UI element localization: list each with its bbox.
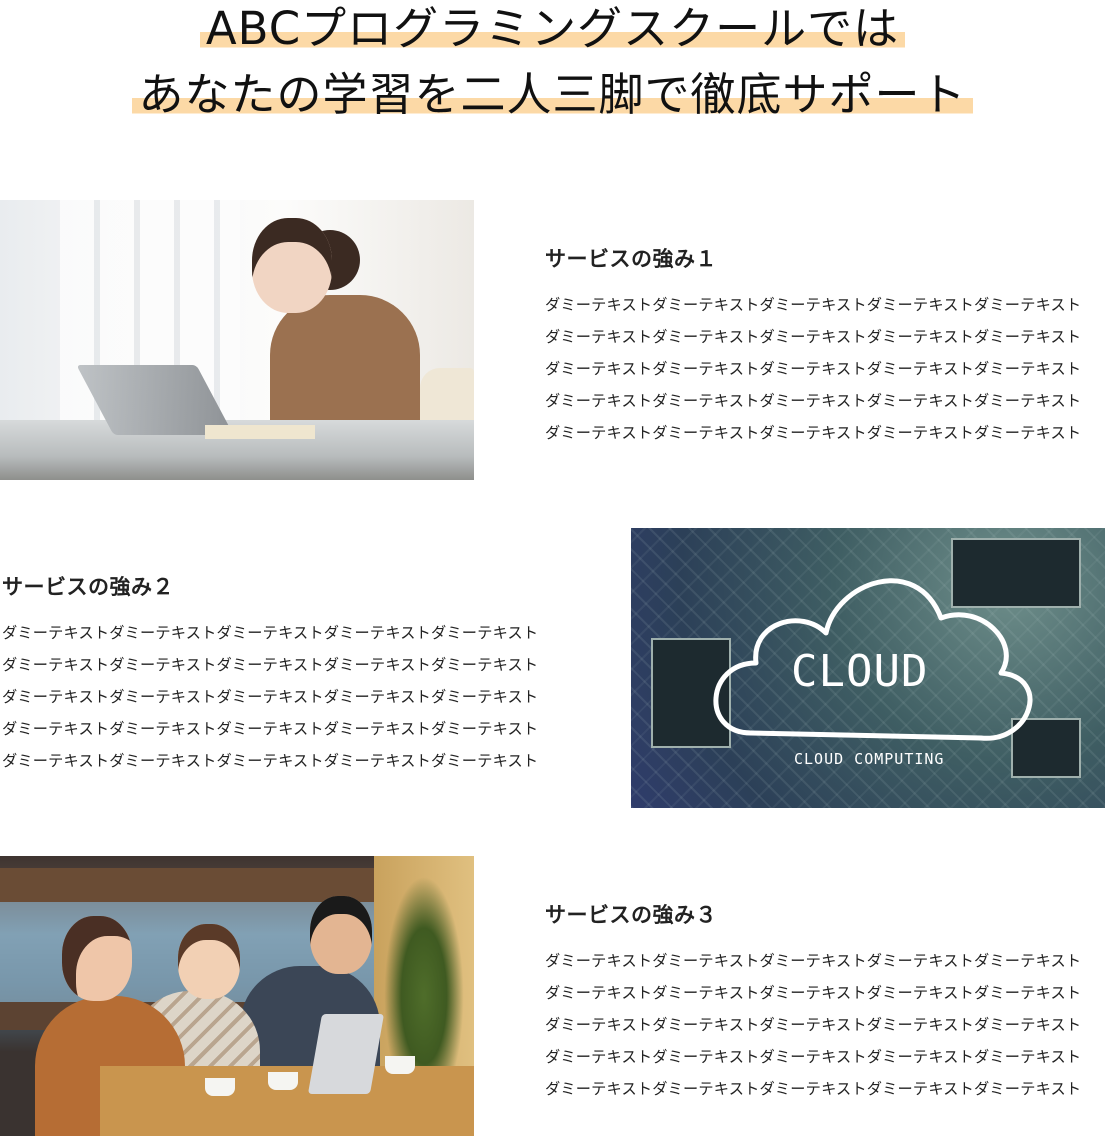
feature-3-body-line: ダミーテキストダミーテキストダミーテキストダミーテキストダミーテキスト bbox=[545, 1016, 1082, 1034]
page: ABCプログラミングスクールでは あなたの学習を二人三脚で徹底サポート サービス… bbox=[0, 0, 1105, 1136]
feature-3-body-line: ダミーテキストダミーテキストダミーテキストダミーテキストダミーテキスト bbox=[545, 952, 1082, 970]
feature-2-body: ダミーテキストダミーテキストダミーテキストダミーテキストダミーテキスト ダミーテ… bbox=[2, 617, 538, 777]
feature-3-title: サービスの強み３ bbox=[545, 903, 717, 927]
feature-3-body-line: ダミーテキストダミーテキストダミーテキストダミーテキストダミーテキスト bbox=[545, 984, 1082, 1002]
feature-1-title: サービスの強み１ bbox=[545, 247, 717, 271]
feature-2-body-line: ダミーテキストダミーテキストダミーテキストダミーテキストダミーテキスト bbox=[2, 624, 539, 642]
cloud-subtitle: CLOUD COMPUTING bbox=[794, 750, 945, 768]
feature-2-body-line: ダミーテキストダミーテキストダミーテキストダミーテキストダミーテキスト bbox=[2, 720, 539, 738]
feature-1-text: サービスの強み１ ダミーテキストダミーテキストダミーテキストダミーテキストダミー… bbox=[545, 243, 1081, 449]
feature-2-title: サービスの強み２ bbox=[2, 575, 174, 599]
feature-1-body-line: ダミーテキストダミーテキストダミーテキストダミーテキストダミーテキスト bbox=[545, 424, 1082, 442]
feature-3-body-line: ダミーテキストダミーテキストダミーテキストダミーテキストダミーテキスト bbox=[545, 1080, 1082, 1098]
heading-line-2: あなたの学習を二人三脚で徹底サポート bbox=[0, 72, 1105, 117]
feature-1-image bbox=[0, 200, 474, 480]
feature-2-body-line: ダミーテキストダミーテキストダミーテキストダミーテキストダミーテキスト bbox=[2, 656, 539, 674]
feature-2-image: CLOUD CLOUD COMPUTING bbox=[631, 528, 1105, 808]
feature-1-body-line: ダミーテキストダミーテキストダミーテキストダミーテキストダミーテキスト bbox=[545, 392, 1082, 410]
heading-line-1-text: ABCプログラミングスクールでは bbox=[199, 6, 906, 51]
feature-3-body-line: ダミーテキストダミーテキストダミーテキストダミーテキストダミーテキスト bbox=[545, 1048, 1082, 1066]
feature-1-body: ダミーテキストダミーテキストダミーテキストダミーテキストダミーテキスト ダミーテ… bbox=[545, 289, 1081, 449]
feature-2-body-line: ダミーテキストダミーテキストダミーテキストダミーテキストダミーテキスト bbox=[2, 688, 539, 706]
heading-line-2-text: あなたの学習を二人三脚で徹底サポート bbox=[132, 72, 973, 117]
feature-1-body-line: ダミーテキストダミーテキストダミーテキストダミーテキストダミーテキスト bbox=[545, 296, 1082, 314]
feature-1-body-line: ダミーテキストダミーテキストダミーテキストダミーテキストダミーテキスト bbox=[545, 328, 1082, 346]
feature-3-image bbox=[0, 856, 474, 1136]
feature-2-body-line: ダミーテキストダミーテキストダミーテキストダミーテキストダミーテキスト bbox=[2, 752, 539, 770]
feature-3-text: サービスの強み３ ダミーテキストダミーテキストダミーテキストダミーテキストダミー… bbox=[545, 899, 1081, 1105]
feature-1-body-line: ダミーテキストダミーテキストダミーテキストダミーテキストダミーテキスト bbox=[545, 360, 1082, 378]
feature-2-text: サービスの強み２ ダミーテキストダミーテキストダミーテキストダミーテキストダミー… bbox=[2, 571, 538, 777]
cloud-word: CLOUD bbox=[791, 646, 929, 697]
heading-line-1: ABCプログラミングスクールでは bbox=[0, 6, 1105, 51]
feature-3-body: ダミーテキストダミーテキストダミーテキストダミーテキストダミーテキスト ダミーテ… bbox=[545, 945, 1081, 1105]
